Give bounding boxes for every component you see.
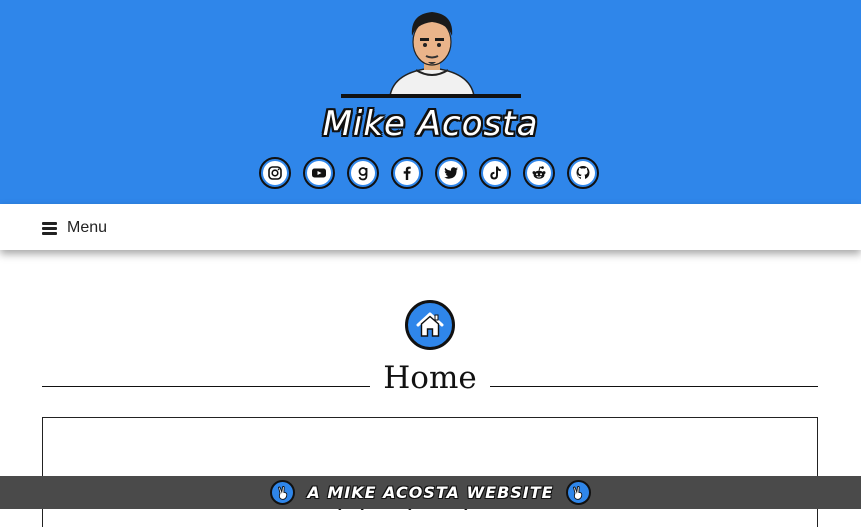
- page-title: Home: [383, 360, 477, 396]
- reddit-link[interactable]: [523, 157, 555, 189]
- peace-hand-icon: [277, 485, 288, 500]
- content-frame: [42, 417, 818, 527]
- page-heading: Home: [42, 360, 818, 400]
- reddit-icon: [532, 166, 546, 179]
- menu-button[interactable]: Menu: [42, 217, 107, 239]
- twitter-link[interactable]: [435, 157, 467, 189]
- tiktok-link[interactable]: [479, 157, 511, 189]
- hamburger-icon: [42, 221, 57, 235]
- peace-hand-badge-right: [565, 480, 591, 505]
- tiktok-icon: [490, 166, 501, 180]
- youtube-link[interactable]: [303, 157, 335, 189]
- social-links: [259, 157, 599, 189]
- home-page-badge: [405, 300, 455, 350]
- site-title[interactable]: Mike Acosta: [0, 104, 861, 144]
- site-footer: A MIKE ACOSTA WEBSITE: [0, 476, 861, 509]
- goodreads-link[interactable]: [347, 157, 379, 189]
- github-icon: [576, 166, 590, 179]
- instagram-link[interactable]: [259, 157, 291, 189]
- github-link[interactable]: [567, 157, 599, 189]
- footer-text: A MIKE ACOSTA WEBSITE: [307, 483, 554, 502]
- goodreads-icon: [358, 167, 368, 181]
- home-icon: [416, 312, 444, 337]
- facebook-icon: [403, 166, 411, 180]
- site-header: Mike Acosta: [0, 0, 861, 204]
- navbar: Menu: [0, 204, 861, 250]
- youtube-icon: [312, 168, 326, 178]
- twitter-icon: [444, 167, 458, 179]
- instagram-icon: [268, 166, 282, 180]
- facebook-link[interactable]: [391, 157, 423, 189]
- avatar[interactable]: [388, 8, 476, 96]
- peace-hand-icon: [573, 485, 583, 500]
- menu-label: Menu: [67, 219, 108, 236]
- avatar-underline: [341, 94, 521, 98]
- heading-rule-right: [490, 386, 818, 387]
- peace-hand-badge-left: [270, 480, 296, 505]
